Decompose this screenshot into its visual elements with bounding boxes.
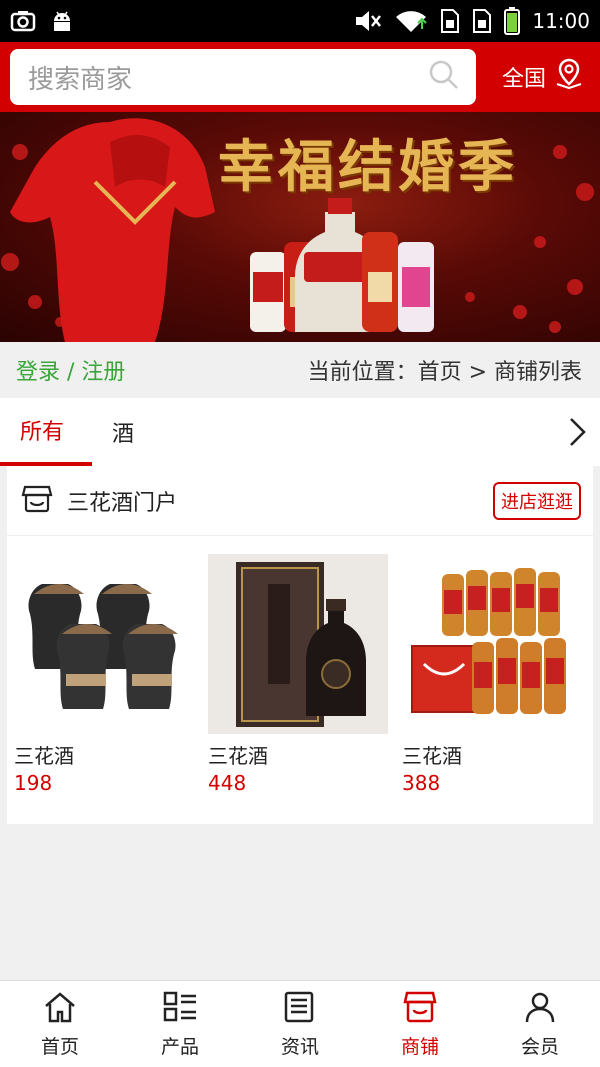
status-time: 11:00 xyxy=(532,9,590,33)
nav-products[interactable]: 产品 xyxy=(120,981,240,1067)
grid-list-icon xyxy=(163,991,197,1028)
sim-icon xyxy=(440,8,460,34)
sim2-icon xyxy=(472,8,492,34)
bottom-nav: 首页 产品 资讯 商铺 会员 xyxy=(0,980,600,1067)
banner-title: 幸福结婚季 xyxy=(218,134,518,200)
location-pin-icon xyxy=(554,58,584,96)
login-register-link[interactable]: 登录 / 注册 xyxy=(16,354,125,386)
nav-member-label: 会员 xyxy=(520,1036,559,1058)
product-image xyxy=(402,554,582,734)
location-bar: 登录 / 注册 当前位置：首页 > 商铺列表 xyxy=(0,342,600,398)
search-icon[interactable] xyxy=(428,59,460,95)
status-bar: 11:00 xyxy=(0,0,600,42)
product-price: 448 xyxy=(208,771,247,795)
news-icon xyxy=(283,991,317,1028)
category-tabs: 所有 酒 xyxy=(0,398,600,466)
tab-all[interactable]: 所有 xyxy=(0,398,92,466)
nav-home[interactable]: 首页 xyxy=(0,981,120,1067)
shop-name: 三花酒门户 xyxy=(67,490,178,516)
region-label: 全国 xyxy=(501,67,546,92)
mute-icon xyxy=(354,9,382,33)
search-input[interactable]: 搜索商家 xyxy=(10,49,476,105)
product-name: 三花酒 xyxy=(402,744,462,768)
enter-shop-button[interactable]: 进店逛逛 xyxy=(493,481,581,520)
promo-banner[interactable]: 幸福结婚季 xyxy=(0,112,600,342)
nav-home-label: 首页 xyxy=(40,1036,79,1058)
product-card[interactable]: 三花酒 448 xyxy=(208,554,388,795)
product-image xyxy=(14,554,194,734)
android-icon xyxy=(50,9,74,33)
battery-icon xyxy=(504,7,521,35)
product-name: 三花酒 xyxy=(14,744,74,768)
store-icon xyxy=(21,483,53,519)
product-card[interactable]: 三花酒 388 xyxy=(402,554,582,795)
product-list: 三花酒 198 三花酒 448 三花酒 388 xyxy=(7,536,593,795)
region-selector[interactable]: 全国 xyxy=(502,58,590,96)
home-icon xyxy=(43,991,77,1028)
nav-products-label: 产品 xyxy=(160,1036,199,1058)
shop-icon xyxy=(403,991,437,1028)
nav-member[interactable]: 会员 xyxy=(480,981,600,1067)
shop-header[interactable]: 三花酒门户 进店逛逛 xyxy=(7,466,593,536)
header: 搜索商家 全国 xyxy=(0,42,600,112)
product-card[interactable]: 三花酒 198 xyxy=(14,554,194,795)
search-placeholder: 搜索商家 xyxy=(28,64,133,95)
tab-liquor[interactable]: 酒 xyxy=(92,398,154,466)
nav-shops-label: 商铺 xyxy=(400,1036,439,1058)
product-price: 388 xyxy=(402,771,441,795)
nav-news-label: 资讯 xyxy=(280,1036,319,1058)
shop-card: 三花酒门户 进店逛逛 三花酒 198 三花酒 448 三花酒 388 xyxy=(7,466,593,824)
nav-shops[interactable]: 商铺 xyxy=(360,981,480,1067)
nav-news[interactable]: 资讯 xyxy=(240,981,360,1067)
product-image xyxy=(208,554,388,734)
wifi-icon xyxy=(394,9,428,33)
product-name: 三花酒 xyxy=(208,744,268,768)
breadcrumb: 当前位置：首页 > 商铺列表 xyxy=(307,360,582,385)
product-price: 198 xyxy=(14,771,53,795)
chevron-right-icon[interactable] xyxy=(566,416,588,452)
screenshot-icon xyxy=(10,10,36,32)
user-icon xyxy=(523,991,557,1028)
